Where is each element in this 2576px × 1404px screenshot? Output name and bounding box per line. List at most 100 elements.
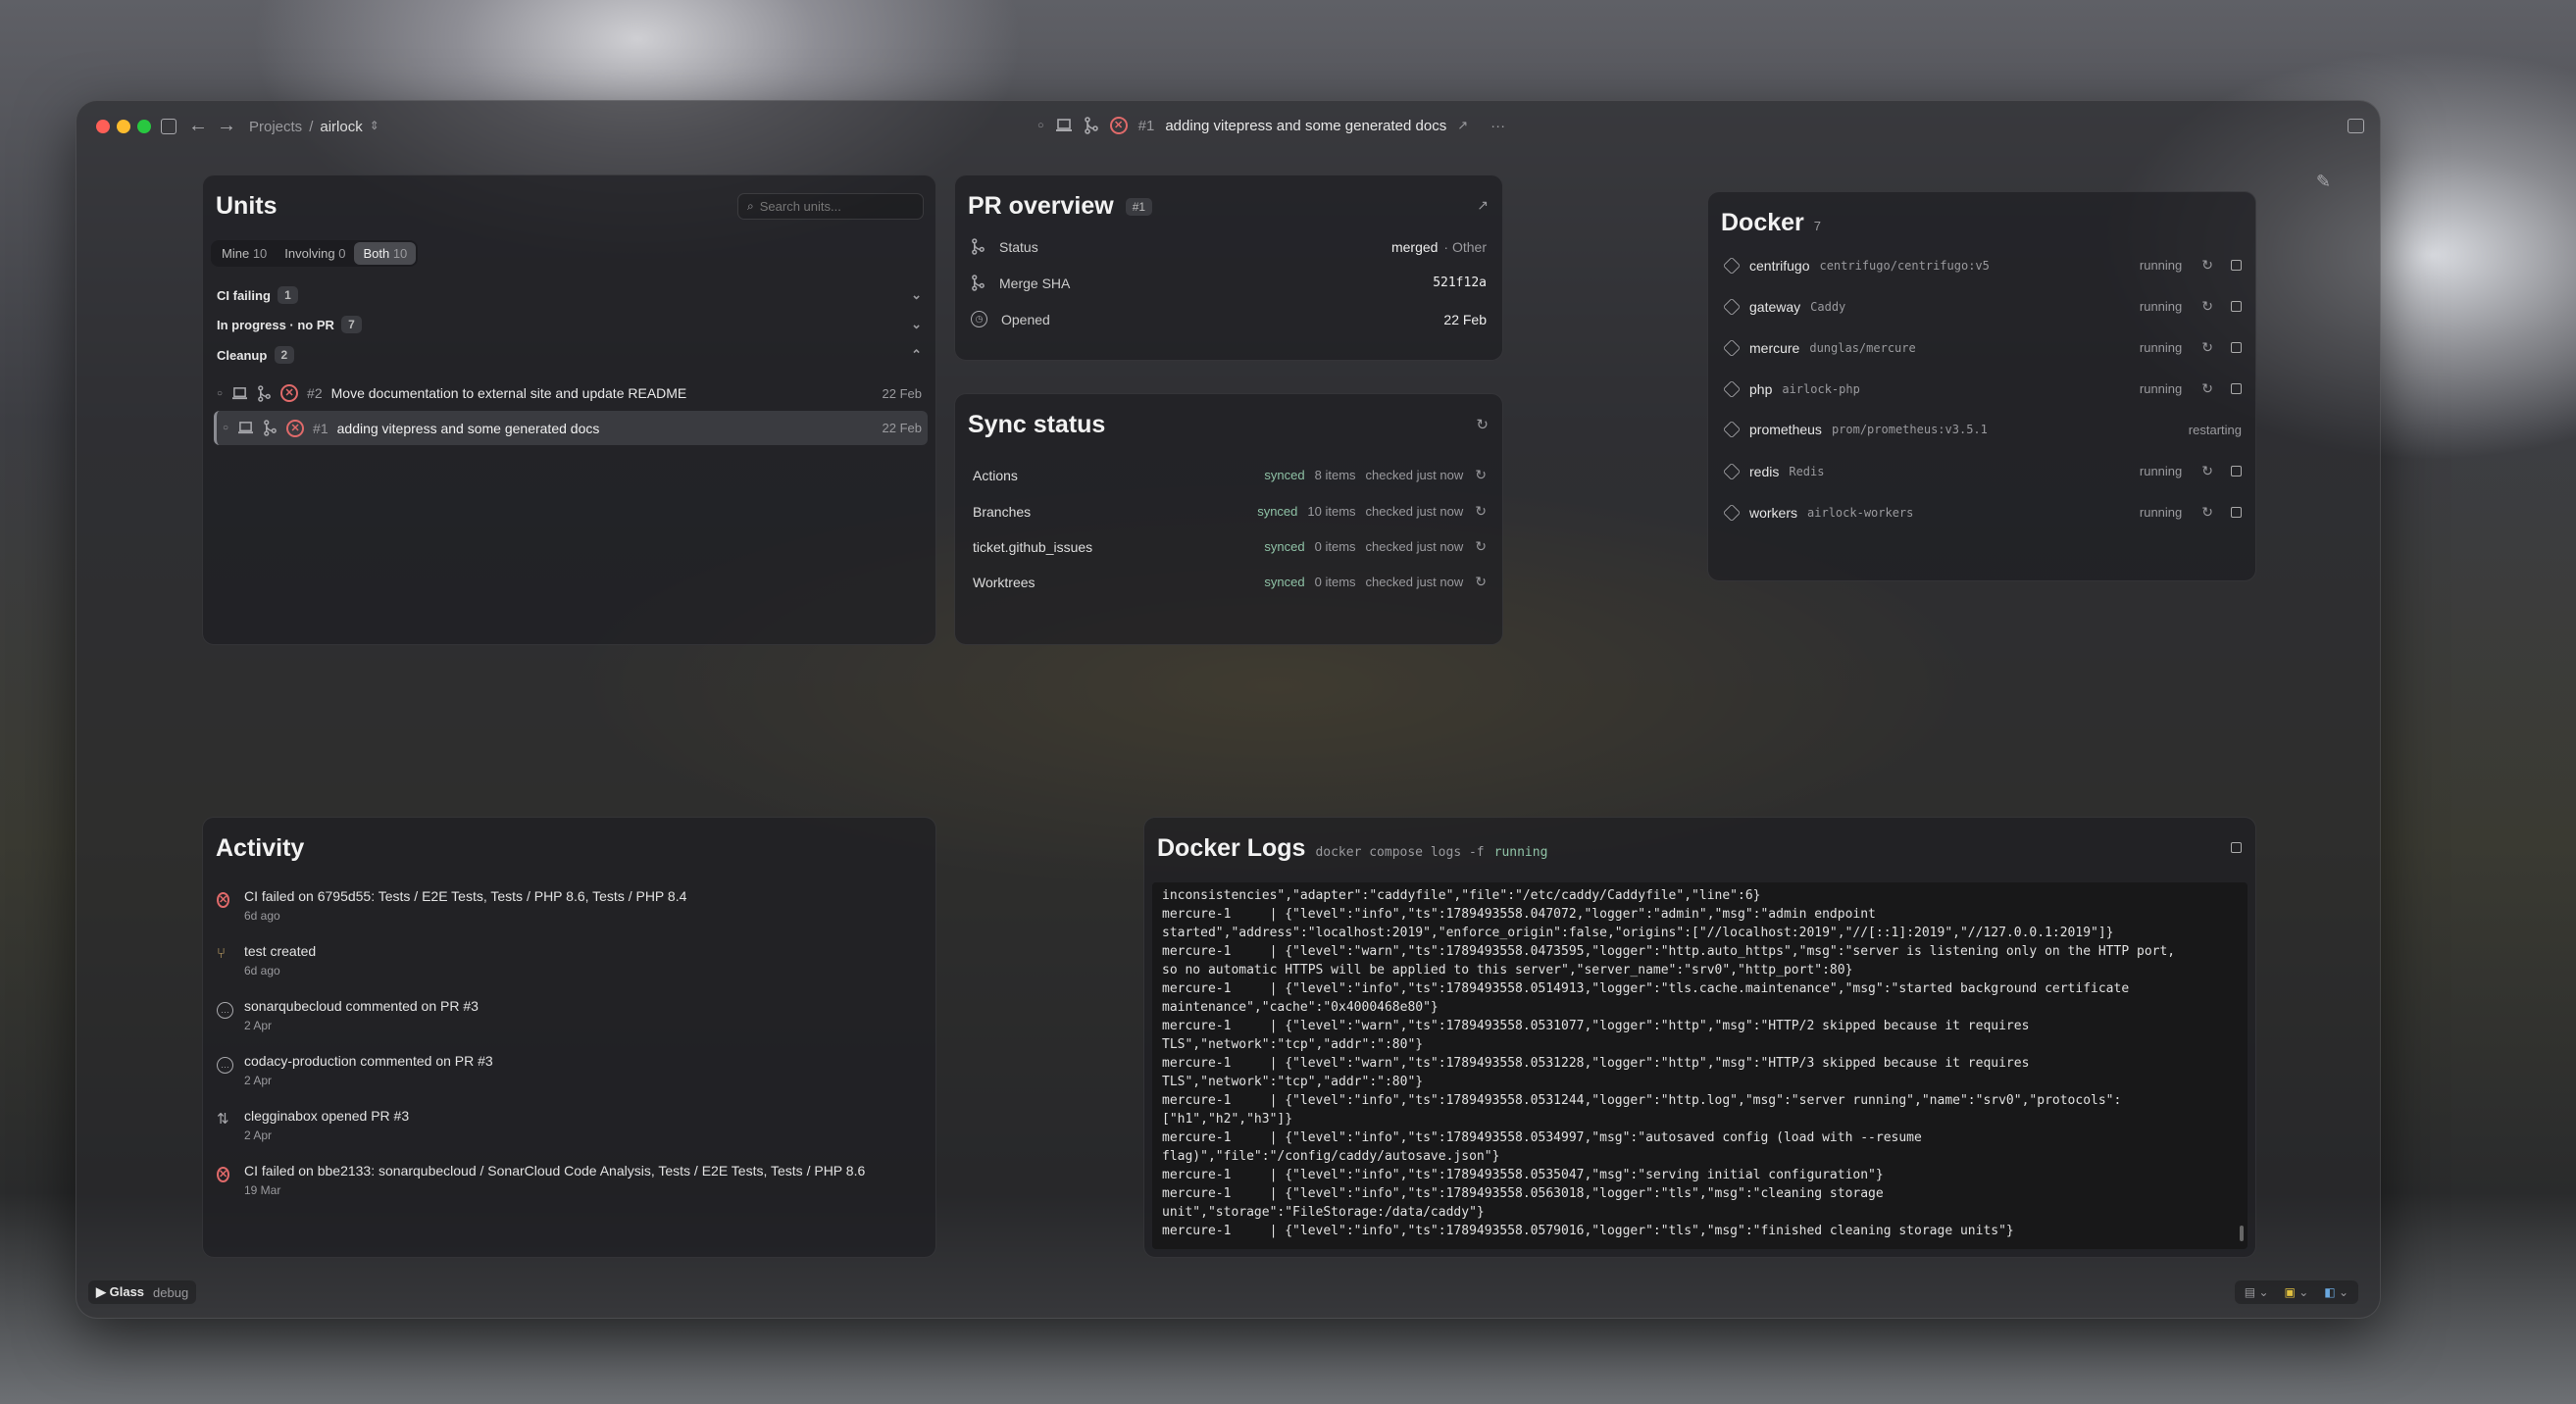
container-icon	[1722, 338, 1742, 357]
sync-row-issues: ticket.github_issues synced 0 items chec…	[973, 538, 1487, 555]
footer-app-badge[interactable]: ▶ Glass debug	[88, 1280, 197, 1304]
container-icon	[1722, 379, 1742, 398]
container-icon	[1722, 503, 1742, 522]
activity-item[interactable]: ⇅ clegginabox opened PR #3 2 Apr	[217, 1108, 922, 1142]
restart-icon[interactable]: ↻	[2201, 339, 2213, 356]
pull-request-icon: ⇅	[217, 1111, 229, 1128]
log-line: mercure-1 | {"level":"warn","ts":1789493…	[1162, 1019, 2030, 1033]
docker-container-row[interactable]: gateway Caddy running ↻	[1708, 297, 2255, 316]
footer-mode: debug	[153, 1284, 189, 1300]
forward-arrow-icon[interactable]: →	[217, 115, 236, 137]
refresh-icon[interactable]: ↻	[1475, 503, 1487, 520]
breadcrumb-project[interactable]: airlock	[320, 119, 362, 135]
stop-icon[interactable]	[2231, 507, 2242, 518]
comment-icon: …	[217, 1001, 233, 1019]
group-cleanup[interactable]: Cleanup 2 ⌃	[203, 346, 935, 364]
refresh-icon[interactable]: ↻	[1475, 538, 1487, 555]
container-icon	[1722, 297, 1742, 316]
units-title: Units	[216, 192, 278, 220]
restart-icon[interactable]: ↻	[2201, 257, 2213, 274]
chevron-up-icon: ⌃	[911, 347, 922, 362]
activity-item[interactable]: … sonarqubecloud commented on PR #3 2 Ap…	[217, 998, 922, 1032]
merge-icon	[971, 238, 985, 255]
pr-status-row: Status merged · Other	[955, 238, 1502, 255]
docker-container-row[interactable]: centrifugo centrifugo/centrifugo:v5 runn…	[1708, 256, 2255, 275]
restart-icon[interactable]: ↻	[2201, 380, 2213, 397]
filter-involving[interactable]: Involving 0	[276, 242, 354, 265]
edit-pencil-icon[interactable]: ✎	[2316, 172, 2331, 192]
stop-icon[interactable]	[2231, 466, 2242, 476]
log-scrollbar[interactable]	[2240, 1226, 2244, 1241]
refresh-icon[interactable]: ↻	[1475, 574, 1487, 590]
log-line: mercure-1 | {"level":"info","ts":1789493…	[1162, 981, 2130, 996]
units-panel: Units ⌕ Mine 10 Involving 0 Both 10 CI f…	[202, 175, 936, 645]
pr-opened-row: ◷ Opened 22 Feb	[955, 311, 1502, 327]
stop-icon[interactable]	[2231, 342, 2242, 353]
docker-logs-title: Docker Logs	[1157, 834, 1306, 862]
group-ci-failing[interactable]: CI failing 1 ⌄	[203, 286, 935, 304]
activity-title: Activity	[216, 834, 305, 862]
title-pr-number: #1	[1137, 117, 1155, 134]
editor-picker-icon[interactable]: ▤ ⌄	[2245, 1285, 2269, 1299]
log-line: mercure-1 | {"level":"warn","ts":1789493…	[1162, 944, 2176, 959]
sync-status-panel: Sync status ↻ Actions synced 8 items che…	[954, 393, 1503, 645]
docker-logs-command: docker compose logs -f	[1315, 845, 1485, 860]
project-switcher-icon[interactable]: ⇕	[370, 119, 379, 135]
external-link-icon[interactable]: ↗	[1457, 118, 1468, 133]
refresh-icon[interactable]: ↻	[1475, 467, 1487, 483]
stop-icon[interactable]	[2231, 383, 2242, 394]
laptop-icon	[237, 421, 254, 435]
ci-failed-icon: ✕	[286, 419, 305, 437]
docker-container-row[interactable]: workers airlock-workers running ↻	[1708, 503, 2255, 522]
sync-row-branches: Branches synced 10 items checked just no…	[973, 503, 1487, 520]
filter-both[interactable]: Both 10	[354, 242, 417, 265]
docker-container-row[interactable]: mercure dunglas/mercure running ↻	[1708, 338, 2255, 357]
breadcrumb-projects[interactable]: Projects	[249, 119, 302, 135]
log-output[interactable]: inconsistencies","adapter":"caddyfile","…	[1152, 882, 2248, 1249]
chevron-down-icon: ⌄	[911, 317, 922, 331]
restart-icon[interactable]: ↻	[2201, 504, 2213, 521]
laptop-icon	[231, 386, 248, 401]
pr-overview-title: PR overview	[968, 192, 1114, 220]
sidebar-toggle-icon[interactable]	[161, 119, 177, 134]
docker-container-row[interactable]: php airlock-php running ↻	[1708, 379, 2255, 398]
stop-icon[interactable]	[2231, 842, 2242, 853]
zoom-window-button[interactable]	[137, 120, 151, 133]
log-line: mercure-1 | {"level":"info","ts":1789493…	[1162, 1224, 2014, 1238]
branch-icon: ⑂	[217, 945, 227, 962]
group-in-progress[interactable]: In progress · no PR 7 ⌄	[203, 316, 935, 333]
search-box[interactable]: ⌕	[737, 193, 924, 220]
refresh-icon[interactable]: ↻	[1476, 416, 1489, 433]
restart-icon[interactable]: ↻	[2201, 298, 2213, 315]
list-item[interactable]: ○ ✕ #2 Move documentation to external si…	[203, 376, 935, 410]
activity-item[interactable]: ⑂ test created 6d ago	[217, 943, 922, 978]
activity-item[interactable]: … codacy-production commented on PR #3 2…	[217, 1053, 922, 1087]
log-line: mercure-1 | {"level":"info","ts":1789493…	[1162, 1093, 2122, 1108]
docker-container-row[interactable]: redis Redis running ↻	[1708, 462, 2255, 480]
stop-icon[interactable]	[2231, 301, 2242, 312]
terminal-picker-icon[interactable]: ◧ ⌄	[2324, 1285, 2349, 1299]
close-window-button[interactable]	[96, 120, 110, 133]
log-line: mercure-1 | {"level":"warn","ts":1789493…	[1162, 1056, 2030, 1071]
docker-count: 7	[1813, 219, 1821, 233]
inspector-toggle-icon[interactable]	[2348, 119, 2364, 133]
ide-picker-icon[interactable]: ▣ ⌄	[2285, 1285, 2309, 1299]
search-input[interactable]	[759, 199, 907, 214]
list-item-selected[interactable]: ○ ✕ #1 adding vitepress and some generat…	[214, 411, 928, 445]
more-icon[interactable]: ···	[1490, 118, 1505, 134]
sync-row-actions: Actions synced 8 items checked just now …	[973, 467, 1487, 483]
title-bar: ← → Projects / airlock ⇕ ○ ✕ #1 adding v…	[76, 101, 2380, 191]
merge-icon	[257, 384, 272, 402]
status-dot-icon: ○	[1037, 120, 1044, 131]
minimize-window-button[interactable]	[117, 120, 130, 133]
external-link-icon[interactable]: ↗	[1477, 197, 1489, 214]
container-icon	[1722, 420, 1742, 439]
restart-icon[interactable]: ↻	[2201, 463, 2213, 479]
activity-item[interactable]: ✕ CI failed on bbe2133: sonarqubecloud /…	[217, 1163, 922, 1197]
filter-mine[interactable]: Mine 10	[213, 242, 276, 265]
docker-container-row[interactable]: prometheus prom/prometheus:v3.5.1 restar…	[1708, 420, 2255, 439]
stop-icon[interactable]	[2231, 260, 2242, 271]
ci-failed-icon: ✕	[1109, 117, 1128, 134]
back-arrow-icon[interactable]: ←	[188, 115, 208, 137]
activity-item[interactable]: ✕ CI failed on 6795d55: Tests / E2E Test…	[217, 888, 922, 923]
